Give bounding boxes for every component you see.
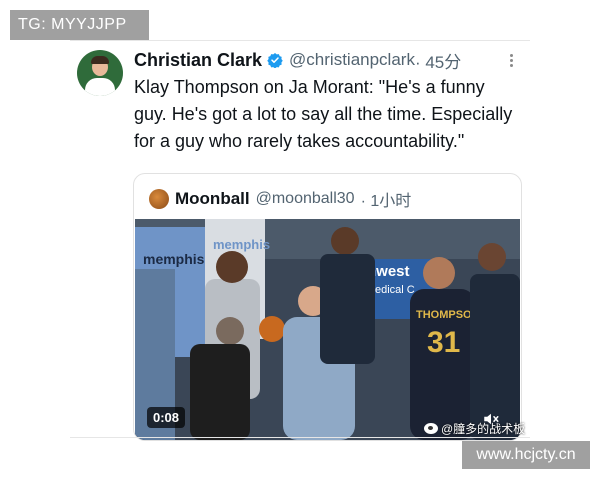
video-player[interactable]: hwest edical C memphis memphis THOMPSON … (135, 219, 520, 440)
author-handle[interactable]: @christianpclark (289, 50, 415, 70)
quoted-author-name[interactable]: Moonball (175, 189, 250, 209)
avatar[interactable] (77, 50, 123, 96)
quoted-tweet-card[interactable]: Moonball @moonball30 · 1小时 hwest edical … (133, 173, 522, 441)
author-name[interactable]: Christian Clark (134, 50, 262, 71)
quoted-tweet-time[interactable]: · 1小时 (361, 187, 412, 211)
quoted-avatar[interactable] (149, 189, 169, 209)
arena-sign-2: edical C (375, 284, 415, 296)
tweet-header: Christian Clark @christianpclark · 45分 (134, 48, 461, 72)
watermark-bottom-right: www.hcjcty.cn (462, 441, 590, 469)
weibo-credit: @膧多的战术板 (424, 420, 525, 437)
weibo-credit-text: @膧多的战术板 (441, 422, 526, 436)
watermark-top-left: TG: MYYJJPP (10, 10, 149, 40)
video-duration: 0:08 (147, 407, 186, 428)
divider (70, 437, 530, 438)
quoted-tweet-header: Moonball @moonball30 · 1小时 (149, 188, 411, 210)
jersey-text-center: memphis (213, 237, 270, 252)
tweet-time[interactable]: · 45分 (415, 48, 461, 73)
tweet-text: Klay Thompson on Ja Morant: "He's a funn… (134, 77, 513, 151)
video-frame: hwest edical C memphis memphis THOMPSON … (135, 219, 520, 440)
jersey-number: 31 (427, 326, 460, 359)
more-icon[interactable] (506, 52, 516, 70)
jersey-text-left: memphis (143, 251, 205, 267)
divider (70, 40, 530, 41)
quoted-author-handle[interactable]: @moonball30 (256, 190, 355, 208)
verified-icon (267, 53, 283, 68)
weibo-icon (424, 423, 438, 434)
